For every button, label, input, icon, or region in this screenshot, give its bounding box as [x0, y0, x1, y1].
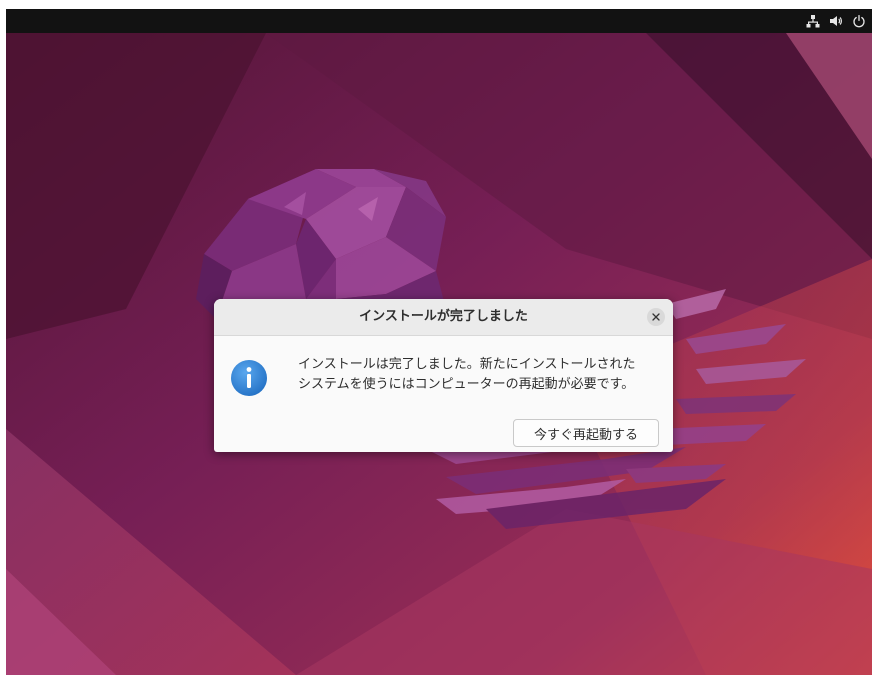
- restart-now-button[interactable]: 今すぐ再起動する: [513, 419, 659, 447]
- desktop-screen: インストールが完了しました インストールは完了しました。新たにインストールされた…: [6, 9, 872, 675]
- dialog-title: インストールが完了しました: [359, 309, 528, 324]
- volume-icon[interactable]: [829, 14, 843, 28]
- system-tray[interactable]: [806, 12, 866, 30]
- dialog-header: インストールが完了しました: [214, 299, 673, 336]
- install-complete-dialog: インストールが完了しました インストールは完了しました。新たにインストールされた…: [214, 299, 673, 452]
- message-line-1: インストールは完了しました。新たにインストールされた: [298, 357, 636, 372]
- top-bar: [6, 9, 872, 33]
- info-icon: [231, 360, 267, 396]
- network-icon[interactable]: [806, 14, 820, 28]
- close-button[interactable]: [647, 308, 665, 326]
- dialog-message: インストールは完了しました。新たにインストールされた システムを使うにはコンピュ…: [298, 355, 668, 395]
- close-icon: [652, 313, 660, 321]
- power-icon[interactable]: [852, 14, 866, 28]
- message-line-2: システムを使うにはコンピューターの再起動が必要です。: [298, 377, 635, 392]
